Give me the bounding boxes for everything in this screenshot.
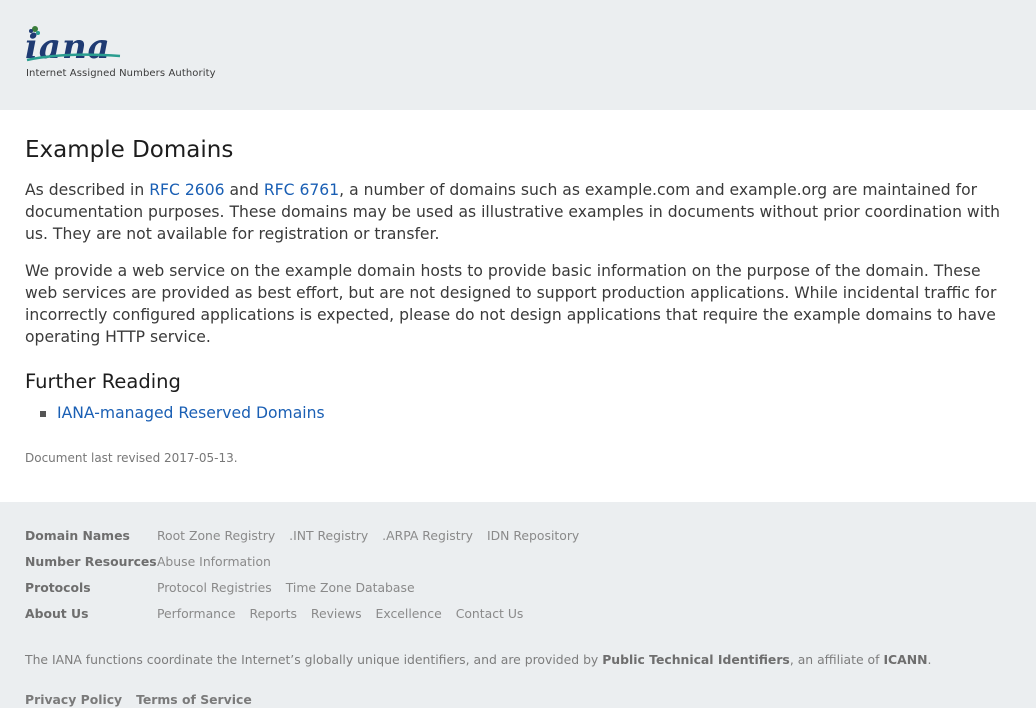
site-footer: Domain Names Root Zone Registry .INT Reg… (0, 502, 1036, 708)
legal-links: Privacy Policy Terms of Service (25, 692, 262, 707)
footer-link-contact-us[interactable]: Contact Us (456, 606, 524, 621)
rfc-6761-link[interactable]: RFC 6761 (264, 181, 339, 199)
footer-label: Domain Names (25, 528, 130, 543)
icann-link[interactable]: ICANN (883, 652, 927, 667)
rfc-2606-link[interactable]: RFC 2606 (149, 181, 224, 199)
footer-link-int-registry[interactable]: .INT Registry (289, 528, 368, 543)
footer-link-reviews[interactable]: Reviews (311, 606, 362, 621)
tagline-mid: , an affiliate of (789, 652, 884, 667)
revision-date: Document last revised 2017-05-13. (25, 450, 238, 465)
list-item: IANA-managed Reserved Domains (25, 401, 1011, 425)
footer-row-protocols: Protocols Protocol Registries Time Zone … (25, 580, 425, 595)
footer-link-abuse-information[interactable]: Abuse Information (157, 554, 271, 569)
footer-link-idn-repository[interactable]: IDN Repository (487, 528, 579, 543)
footer-label: Number Resources (25, 554, 157, 569)
web-service-paragraph: We provide a web service on the example … (25, 262, 997, 346)
further-reading-heading: Further Reading (25, 369, 181, 393)
iana-logo[interactable]: iana Internet Assigned Numbers Authority (25, 24, 216, 84)
footer-row-domain-names: Domain Names Root Zone Registry .INT Reg… (25, 528, 589, 543)
further-reading-list: IANA-managed Reserved Domains (25, 401, 1011, 425)
logo-tagline: Internet Assigned Numbers Authority (26, 68, 216, 79)
footer-link-root-zone-registry[interactable]: Root Zone Registry (157, 528, 275, 543)
page-title: Example Domains (25, 137, 234, 163)
para1-mid: and (224, 181, 264, 199)
footer-link-arpa-registry[interactable]: .ARPA Registry (382, 528, 473, 543)
footer-label: Protocols (25, 580, 91, 595)
terms-of-service-link[interactable]: Terms of Service (136, 692, 252, 707)
footer-label: About Us (25, 606, 89, 621)
site-header: iana Internet Assigned Numbers Authority (0, 0, 1036, 110)
reserved-domains-link[interactable]: IANA-managed Reserved Domains (57, 404, 325, 422)
footer-tagline: The IANA functions coordinate the Intern… (25, 652, 931, 667)
footer-link-time-zone-database[interactable]: Time Zone Database (286, 580, 415, 595)
footer-row-about-us: About Us Performance Reports Reviews Exc… (25, 606, 533, 621)
logo-word: iana (25, 27, 111, 66)
pti-link[interactable]: Public Technical Identifiers (602, 652, 790, 667)
footer-row-number-resources: Number Resources Abuse Information (25, 554, 281, 569)
main-content: Example Domains As described in RFC 2606… (0, 110, 1036, 465)
footer-link-reports[interactable]: Reports (249, 606, 297, 621)
para1-before: As described in (25, 181, 150, 199)
tagline-start: The IANA functions coordinate the Intern… (25, 652, 603, 667)
bullet-icon (40, 410, 46, 417)
intro-paragraph: As described in RFC 2606 and RFC 6761, a… (25, 180, 1011, 245)
privacy-policy-link[interactable]: Privacy Policy (25, 692, 122, 707)
tagline-end: . (927, 652, 932, 667)
footer-link-performance[interactable]: Performance (157, 606, 236, 621)
footer-link-excellence[interactable]: Excellence (376, 606, 442, 621)
footer-link-protocol-registries[interactable]: Protocol Registries (157, 580, 272, 595)
iana-logo-mark: iana (25, 26, 121, 66)
